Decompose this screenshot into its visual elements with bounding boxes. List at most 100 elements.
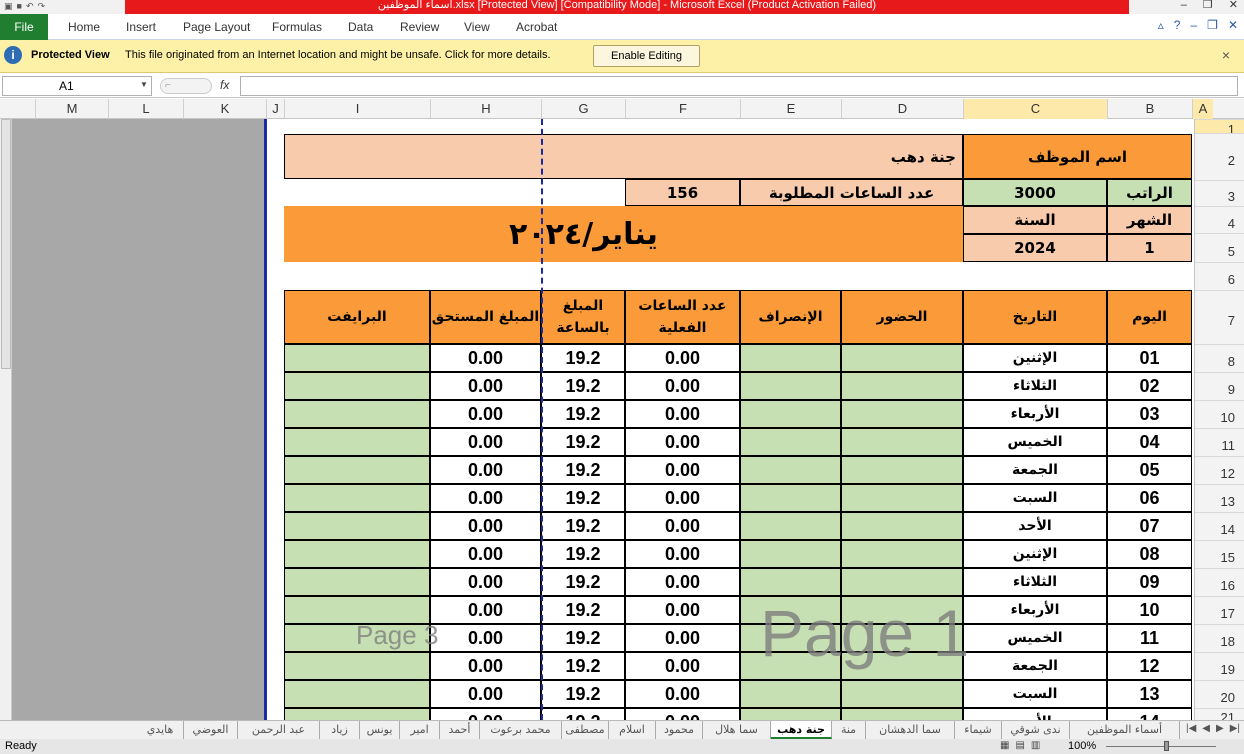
protected-view-message[interactable]: This file originated from an Internet lo… bbox=[125, 49, 551, 61]
ribbon-tab-insert[interactable]: Insert bbox=[126, 14, 156, 40]
page-break-preview-icon[interactable]: ▥ bbox=[1031, 740, 1040, 751]
rate-cell: 19.2 bbox=[541, 428, 625, 456]
sheet-tab[interactable]: ندى شوقي bbox=[1002, 721, 1070, 739]
row-header-20[interactable]: 20 bbox=[1195, 680, 1244, 708]
zoom-slider-thumb[interactable] bbox=[1164, 741, 1169, 751]
ribbon-help-controls[interactable]: ▵ ? – ❐ ✕ bbox=[1158, 18, 1238, 32]
column-header-I[interactable]: I bbox=[284, 99, 430, 119]
ribbon-tab-page-layout[interactable]: Page Layout bbox=[183, 14, 250, 40]
column-header-D[interactable]: D bbox=[841, 99, 963, 119]
scrollbar-thumb[interactable] bbox=[1, 119, 11, 369]
column-header-B[interactable]: B bbox=[1107, 99, 1192, 119]
ribbon-tab-view[interactable]: View bbox=[464, 14, 490, 40]
chevron-down-icon[interactable]: ▼ bbox=[140, 80, 148, 89]
quick-access-toolbar[interactable]: ▣ ■ ↶ ↷ bbox=[4, 0, 45, 12]
row-header-5[interactable]: 5 bbox=[1195, 233, 1244, 262]
sheet-tab[interactable]: شيماء bbox=[955, 721, 1002, 739]
row-header-4[interactable]: 4 bbox=[1195, 206, 1244, 233]
row-header-12[interactable]: 12 bbox=[1195, 456, 1244, 484]
window-controls[interactable]: – ❐ ✕ bbox=[1181, 0, 1238, 12]
prev-sheet-icon[interactable]: ◀ bbox=[1202, 723, 1210, 734]
column-header-F[interactable]: F bbox=[625, 99, 740, 119]
row-header-21[interactable]: 21 bbox=[1195, 708, 1244, 725]
file-tab[interactable]: File bbox=[0, 14, 48, 40]
row-header-2[interactable]: 2 bbox=[1195, 133, 1244, 180]
column-header-M[interactable]: M bbox=[35, 99, 108, 119]
row-header-9[interactable]: 9 bbox=[1195, 372, 1244, 400]
sheet-tab[interactable]: أحمد bbox=[440, 721, 480, 739]
sheet-tab[interactable]: محمود bbox=[656, 721, 703, 739]
fingerprint-cell bbox=[284, 540, 430, 568]
close-workbook-icon[interactable]: ✕ bbox=[1228, 18, 1238, 32]
next-sheet-icon[interactable]: ▶ bbox=[1216, 723, 1224, 734]
sheet-tab[interactable]: مصطفى bbox=[562, 721, 609, 739]
row-header-10[interactable]: 10 bbox=[1195, 400, 1244, 428]
restore-icon[interactable]: ❐ bbox=[1203, 0, 1213, 12]
sheet-tab[interactable]: أسماء الموظفين bbox=[1070, 721, 1180, 739]
column-header-A[interactable]: A bbox=[1192, 99, 1213, 119]
required-hours-value: 156 bbox=[625, 179, 740, 206]
enable-editing-button[interactable]: Enable Editing bbox=[593, 45, 700, 67]
sheet-tab[interactable]: محمد برعوت bbox=[480, 721, 562, 739]
ribbon-tab-acrobat[interactable]: Acrobat bbox=[516, 14, 557, 40]
row-header-6[interactable]: 6 bbox=[1195, 262, 1244, 290]
sheet-tab-navigation[interactable]: |◀ ◀ ▶ ▶| bbox=[1186, 723, 1240, 734]
help-icon[interactable]: ? bbox=[1174, 18, 1181, 32]
minimize-workbook-icon[interactable]: – bbox=[1190, 18, 1197, 32]
column-header-J[interactable]: J bbox=[266, 99, 284, 119]
zoom-slider[interactable] bbox=[1106, 746, 1216, 747]
ribbon-tab-formulas[interactable]: Formulas bbox=[272, 14, 322, 40]
sheet-tab[interactable]: جنة دهب bbox=[771, 721, 832, 739]
close-icon[interactable]: × bbox=[1222, 47, 1230, 63]
name-box[interactable]: A1 bbox=[2, 76, 152, 96]
column-header-E[interactable]: E bbox=[740, 99, 841, 119]
sheet-tab[interactable]: العوضي bbox=[184, 721, 238, 739]
ribbon-tab-data[interactable]: Data bbox=[348, 14, 373, 40]
ribbon-tab-review[interactable]: Review bbox=[400, 14, 439, 40]
last-sheet-icon[interactable]: ▶| bbox=[1230, 723, 1240, 734]
first-sheet-icon[interactable]: |◀ bbox=[1186, 723, 1196, 734]
save-icon[interactable]: ■ bbox=[17, 1, 22, 11]
sheet-tab[interactable]: سما هلال bbox=[703, 721, 771, 739]
column-header-K[interactable]: K bbox=[183, 99, 266, 119]
row-header-17[interactable]: 17 bbox=[1195, 596, 1244, 624]
sheet-tab[interactable]: عبد الرحمن bbox=[238, 721, 320, 739]
row-header-8[interactable]: 8 bbox=[1195, 344, 1244, 372]
sheet-tab[interactable]: منة bbox=[832, 721, 866, 739]
row-header-16[interactable]: 16 bbox=[1195, 568, 1244, 596]
undo-icon[interactable]: ↶ bbox=[26, 1, 34, 12]
row-header-18[interactable]: 18 bbox=[1195, 624, 1244, 652]
view-buttons[interactable]: ▦ ▤ ▥ bbox=[1000, 740, 1040, 751]
sheet-tab[interactable]: هايدي bbox=[137, 721, 184, 739]
sheet-tab[interactable]: يونس bbox=[360, 721, 400, 739]
column-header-H[interactable]: H bbox=[430, 99, 541, 119]
sheet-tab[interactable]: زياد bbox=[320, 721, 360, 739]
row-header-15[interactable]: 15 bbox=[1195, 540, 1244, 568]
column-header-L[interactable]: L bbox=[108, 99, 183, 119]
redo-icon[interactable]: ↷ bbox=[38, 1, 46, 12]
row-header-11[interactable]: 11 bbox=[1195, 428, 1244, 456]
worksheet-grid[interactable]: اسم الموظف جنة دهب الراتب 3000 عدد الساعات ا… bbox=[264, 119, 1194, 720]
row-header-14[interactable]: 14 bbox=[1195, 512, 1244, 540]
close-window-icon[interactable]: ✕ bbox=[1229, 0, 1238, 12]
row-header-13[interactable]: 13 bbox=[1195, 484, 1244, 512]
sheet-tab[interactable]: امير bbox=[400, 721, 440, 739]
row-header-19[interactable]: 19 bbox=[1195, 652, 1244, 680]
restore-workbook-icon[interactable]: ❐ bbox=[1207, 18, 1218, 32]
collapse-ribbon-icon[interactable]: ▵ bbox=[1158, 18, 1164, 32]
zoom-level[interactable]: 100% bbox=[1068, 740, 1096, 752]
row-header-7[interactable]: 7 bbox=[1195, 290, 1244, 344]
sheet-tab[interactable]: اسلام bbox=[609, 721, 656, 739]
column-header-G[interactable]: G bbox=[541, 99, 625, 119]
column-header-C[interactable]: C bbox=[963, 99, 1107, 119]
vertical-scrollbar[interactable] bbox=[0, 119, 12, 720]
sheet-tab[interactable]: سما الدهشان bbox=[866, 721, 955, 739]
minimize-icon[interactable]: – bbox=[1181, 0, 1187, 12]
normal-view-icon[interactable]: ▦ bbox=[1000, 740, 1009, 751]
ribbon-tab-home[interactable]: Home bbox=[68, 14, 100, 40]
row-header-3[interactable]: 3 bbox=[1195, 180, 1244, 206]
formula-input[interactable] bbox=[240, 76, 1238, 96]
row-header-1[interactable]: 1 bbox=[1195, 119, 1244, 137]
page-layout-icon[interactable]: ▤ bbox=[1015, 740, 1024, 751]
insert-function-icon[interactable]: fx bbox=[220, 78, 229, 92]
